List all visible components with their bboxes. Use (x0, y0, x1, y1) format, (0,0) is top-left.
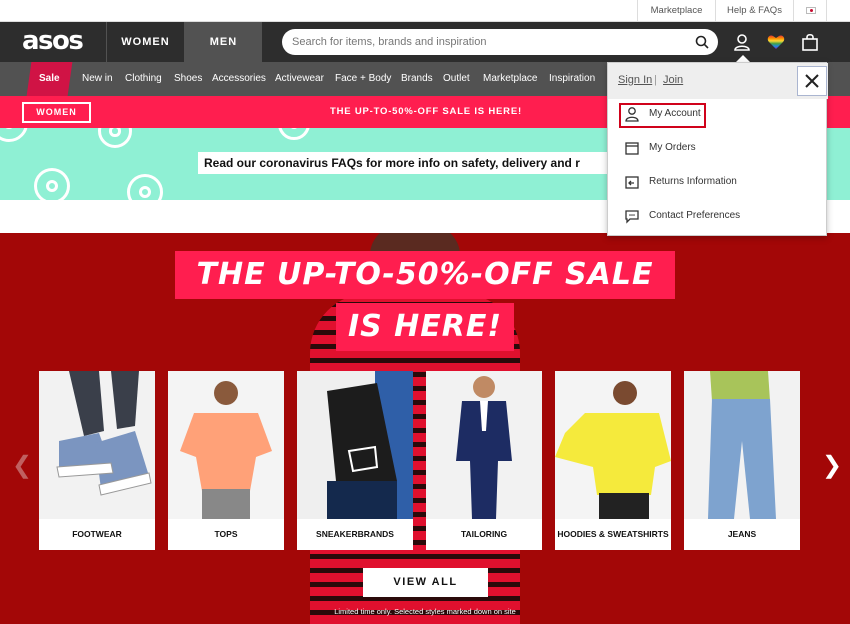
sale-hero: THE UP-TO-50%-OFF SALE IS HERE! FOOTWEAR (0, 233, 850, 624)
nav-item-inspiration[interactable]: Inspiration (549, 62, 595, 96)
nav-item-face-body[interactable]: Face + Body (335, 62, 391, 96)
country-flag-button[interactable] (793, 0, 827, 22)
chat-icon (625, 210, 639, 224)
chevron-left-icon[interactable]: ❮ (12, 451, 32, 480)
hero-headline-line2: IS HERE! (336, 303, 514, 351)
nav-item-marketplace[interactable]: Marketplace (483, 62, 537, 96)
hero-headline-line1: THE UP-TO-50%-OFF SALE (175, 251, 675, 299)
asos-circle-icon (98, 128, 132, 148)
category-card-footwear[interactable]: FOOTWEAR (39, 371, 155, 550)
category-label: TOPS (214, 529, 238, 539)
marketplace-link[interactable]: Marketplace (637, 0, 715, 22)
account-icon[interactable] (732, 32, 752, 52)
hoodies-image (555, 371, 671, 519)
utility-bar: Marketplace Help & FAQs (0, 0, 850, 22)
chevron-right-icon[interactable]: ❯ (822, 451, 842, 480)
nav-item-activewear[interactable]: Activewear (275, 62, 324, 96)
box-icon (625, 142, 639, 155)
separator: | (654, 74, 657, 86)
search-bar (282, 29, 718, 55)
tailoring-image (426, 371, 542, 519)
fine-print: Limited time only. Selected styles marke… (334, 607, 516, 616)
category-card-hoodies[interactable]: HOODIES & SWEATSHIRTS (555, 371, 671, 550)
nav-item-outlet[interactable]: Outlet (443, 62, 470, 96)
nav-item-accessories[interactable]: Accessories (212, 62, 266, 96)
menu-item-label: Returns Information (649, 176, 737, 187)
asos-circle-icon (34, 168, 70, 200)
main-header: asos WOMEN MEN (0, 22, 850, 62)
wishlist-heart-icon[interactable] (766, 32, 786, 52)
menu-item-returns[interactable]: Returns Information (608, 168, 828, 198)
asos-circle-icon (278, 128, 310, 140)
asos-logo[interactable]: asos (22, 26, 84, 56)
returns-icon (625, 176, 639, 189)
nav-item-shoes[interactable]: Shoes (174, 62, 202, 96)
join-link[interactable]: Join (663, 74, 683, 86)
category-card-tops[interactable]: TOPS (168, 371, 284, 550)
category-label: JEANS (727, 529, 757, 539)
nav-item-sale[interactable]: Sale (26, 62, 72, 96)
menu-item-label: My Orders (649, 142, 696, 153)
category-card-tailoring[interactable]: TAILORING (426, 371, 542, 550)
asos-circle-icon (127, 174, 163, 200)
sneakerbrands-image (297, 371, 413, 519)
bag-icon[interactable] (800, 32, 820, 52)
promo-women-button[interactable]: WOMEN (22, 102, 91, 123)
close-button[interactable] (797, 66, 827, 96)
close-icon (805, 74, 819, 88)
tab-women[interactable]: WOMEN (106, 22, 184, 62)
tops-image (168, 371, 284, 519)
menu-item-label: Contact Preferences (649, 210, 741, 221)
user-icon (625, 107, 639, 122)
dropdown-header: Sign In | Join (608, 63, 828, 99)
category-label: HOODIES & SWEATSHIRTS (557, 529, 669, 539)
promo-text[interactable]: THE UP-TO-50%-OFF SALE IS HERE! (330, 96, 522, 128)
account-dropdown: Sign In | Join My Account My Orders Retu… (607, 62, 828, 236)
search-icon[interactable] (695, 35, 709, 49)
covid-faq-text[interactable]: Read our coronavirus FAQs for more info … (198, 152, 610, 174)
menu-item-my-account[interactable]: My Account (608, 100, 828, 130)
menu-item-my-orders[interactable]: My Orders (608, 134, 828, 164)
category-label: FOOTWEAR (72, 529, 122, 539)
sign-in-link[interactable]: Sign In (618, 74, 652, 86)
nav-item-clothing[interactable]: Clothing (125, 62, 162, 96)
menu-item-label: My Account (649, 108, 701, 119)
asos-circle-icon (0, 128, 28, 142)
jeans-image (684, 371, 800, 519)
category-card-jeans[interactable]: JEANS (684, 371, 800, 550)
search-input[interactable] (292, 34, 682, 50)
category-card-sneakerbrands[interactable]: SNEAKERBRANDS (297, 371, 413, 550)
menu-item-contact-prefs[interactable]: Contact Preferences (608, 202, 828, 232)
footwear-image (39, 371, 155, 519)
help-faqs-link[interactable]: Help & FAQs (715, 0, 793, 22)
category-label: TAILORING (460, 529, 508, 539)
flag-icon (806, 7, 816, 14)
category-label: SNEAKERBRANDS (316, 529, 394, 539)
nav-item-new-in[interactable]: New in (82, 62, 113, 96)
tab-men[interactable]: MEN (184, 22, 262, 62)
view-all-button[interactable]: VIEW ALL (363, 568, 488, 597)
nav-item-brands[interactable]: Brands (401, 62, 433, 96)
